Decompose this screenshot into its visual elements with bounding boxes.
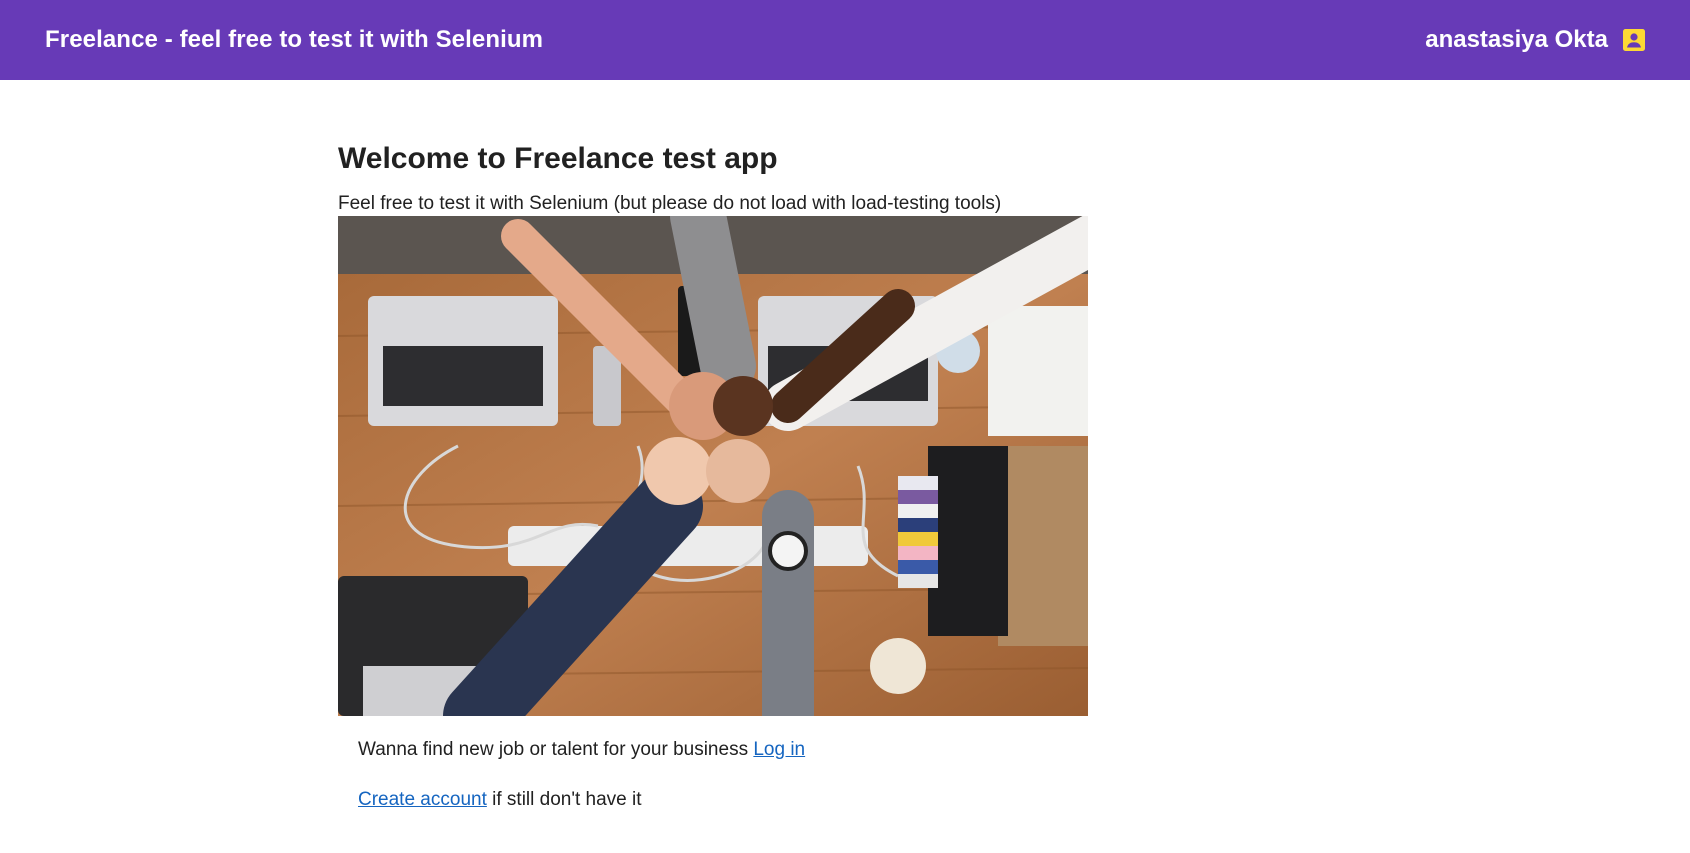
top-app-bar: Freelance - feel free to test it with Se… — [0, 0, 1690, 80]
page-subtitle: Feel free to test it with Selenium (but … — [338, 193, 1002, 214]
page-title: Welcome to Freelance test app — [338, 142, 778, 175]
account-box-icon[interactable] — [1622, 28, 1646, 52]
user-menu[interactable]: anastasiya Okta — [1425, 26, 1646, 54]
user-name[interactable]: anastasiya Okta — [1425, 26, 1608, 54]
cta-login-text: Wanna find new job or talent for your bu… — [358, 739, 749, 760]
cta-create-account-line: Create account if still don't have it — [358, 788, 1098, 812]
cta-login-line: Wanna find new job or talent for your bu… — [358, 738, 1098, 762]
cta-create-account-text: if still don't have it — [486, 789, 642, 810]
main-content: Welcome to Freelance test app Feel free … — [338, 80, 1098, 812]
login-link[interactable]: Log in — [753, 739, 805, 760]
create-account-link[interactable]: Create account — [358, 789, 487, 810]
team-fist-bump-photo — [338, 216, 1088, 716]
app-title: Freelance - feel free to test it with Se… — [45, 26, 544, 53]
